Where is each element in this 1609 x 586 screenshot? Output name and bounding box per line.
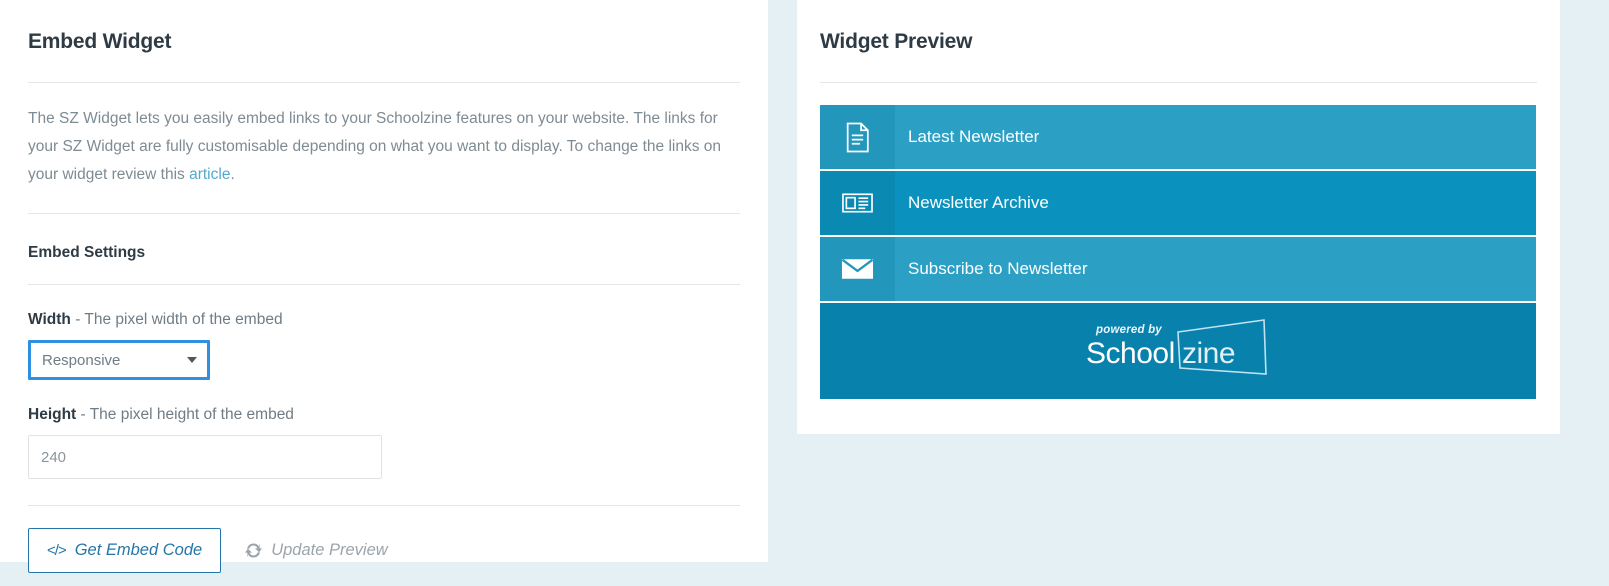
update-preview-button[interactable]: Update Preview [245,541,388,560]
title-divider [28,82,740,83]
get-embed-code-label: Get Embed Code [74,541,203,559]
widget-row[interactable]: Newsletter Archive [820,171,1536,237]
widget-row-label: Subscribe to Newsletter [908,259,1088,278]
embed-widget-card: Embed Widget The SZ Widget lets you easi… [0,0,768,573]
height-input[interactable]: 240 [28,435,382,479]
code-icon: </> [47,542,67,559]
widget-preview-divider [820,82,1537,83]
height-input-value: 240 [41,448,67,466]
get-embed-code-button[interactable]: </> Get Embed Code [28,528,222,573]
description-divider [28,213,740,214]
widget-preview-title: Widget Preview [820,30,973,53]
actions-bar: </> Get Embed Code Update Preview [28,528,740,573]
height-label: Height - The pixel height of the embed [28,406,740,424]
settings-divider [28,284,740,285]
width-label: Width - The pixel width of the embed [28,311,740,329]
embed-widget-page: Embed Widget The SZ Widget lets you easi… [0,0,1609,586]
logo-brand-second: zine [1182,337,1236,370]
widget-preview-card: Widget Preview Latest Newsletter Newslet… [797,0,1560,434]
widget-row-label: Latest Newsletter [908,127,1040,146]
widget-row-label: Newsletter Archive [908,193,1049,212]
chevron-down-icon [187,357,197,363]
newspaper-icon [820,171,895,235]
widget-preview: Latest Newsletter Newsletter Archive Sub… [820,105,1536,399]
width-select-value: Responsive [42,351,121,369]
width-label-description: - The pixel width of the embed [70,311,283,328]
description-text-before: The SZ Widget lets you easily embed link… [28,110,722,183]
height-label-description: - The pixel height of the embed [76,406,294,423]
actions-divider [28,505,740,506]
description-text-after: . [230,166,235,183]
widget-row[interactable]: Latest Newsletter [820,105,1536,171]
document-icon [820,105,895,169]
refresh-icon [245,542,263,559]
width-label-strong: Width [28,311,71,328]
widget-footer: powered by School zine [820,303,1536,399]
embed-settings-heading: Embed Settings [28,244,146,261]
width-select[interactable]: Responsive [28,340,210,380]
widget-description: The SZ Widget lets you easily embed link… [28,105,740,189]
article-link[interactable]: article [189,166,230,183]
envelope-icon [820,237,895,301]
update-preview-label: Update Preview [271,541,388,559]
logo-brand-first: School [1086,337,1175,370]
height-label-strong: Height [28,406,77,423]
logo-powered-by: powered by [1096,324,1162,336]
widget-row[interactable]: Subscribe to Newsletter [820,237,1536,303]
page-title: Embed Widget [28,30,172,53]
schoolzine-logo: powered by School zine [1078,319,1278,380]
